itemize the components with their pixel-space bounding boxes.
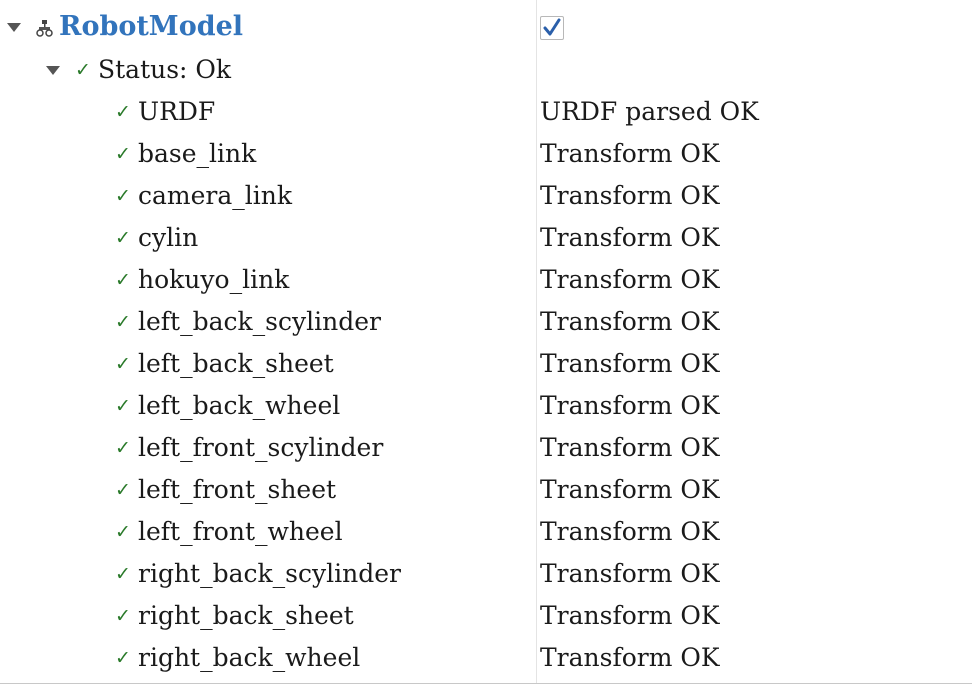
- status-item-name: right_back_scylinder: [138, 559, 401, 588]
- status-item-row[interactable]: ✓ right_back_wheel Transform OK: [0, 637, 972, 679]
- status-item-name: left_back_wheel: [138, 391, 341, 420]
- status-ok-check-icon: ✓: [75, 59, 91, 81]
- ok-check-icon: ✓: [115, 185, 131, 207]
- display-title: RobotModel: [59, 11, 244, 42]
- status-item-row[interactable]: ✓ cylin Transform OK: [0, 217, 972, 259]
- ok-check-icon: ✓: [115, 227, 131, 249]
- status-item-row[interactable]: ✓ hokuyo_link Transform OK: [0, 259, 972, 301]
- robot-model-icon: [36, 20, 53, 37]
- status-item-row[interactable]: ✓ right_back_scylinder Transform OK: [0, 553, 972, 595]
- status-item-row[interactable]: ✓ left_back_scylinder Transform OK: [0, 301, 972, 343]
- ok-check-icon: ✓: [115, 101, 131, 123]
- enable-checkbox[interactable]: [540, 16, 564, 40]
- status-item-name: camera_link: [138, 181, 293, 210]
- ok-check-icon: ✓: [115, 353, 131, 375]
- status-label: Status: Ok: [98, 55, 232, 84]
- status-item-value: Transform OK: [540, 559, 720, 588]
- status-item-value: Transform OK: [540, 265, 720, 294]
- status-item-value: Transform OK: [540, 517, 720, 546]
- expand-arrow-icon[interactable]: [46, 66, 60, 75]
- status-item-value: Transform OK: [540, 433, 720, 462]
- status-item-name: left_back_sheet: [138, 349, 334, 378]
- status-item-name: hokuyo_link: [138, 265, 290, 294]
- status-item-value: Transform OK: [540, 181, 720, 210]
- bottom-border: [0, 683, 972, 684]
- status-item-name: URDF: [138, 97, 216, 126]
- status-item-name: left_front_scylinder: [138, 433, 384, 462]
- status-item-row[interactable]: ✓ left_back_wheel Transform OK: [0, 385, 972, 427]
- status-item-value: Transform OK: [540, 643, 720, 672]
- status-item-name: left_front_sheet: [138, 475, 337, 504]
- status-item-value: Transform OK: [540, 391, 720, 420]
- status-item-row[interactable]: ✓ left_front_wheel Transform OK: [0, 511, 972, 553]
- status-item-value: Transform OK: [540, 601, 720, 630]
- status-item-value: Transform OK: [540, 139, 720, 168]
- status-row[interactable]: ✓ Status: Ok: [0, 49, 972, 91]
- status-item-row[interactable]: ✓ left_front_scylinder Transform OK: [0, 427, 972, 469]
- ok-check-icon: ✓: [115, 269, 131, 291]
- ok-check-icon: ✓: [115, 437, 131, 459]
- status-item-name: cylin: [138, 223, 199, 252]
- ok-check-icon: ✓: [115, 311, 131, 333]
- status-item-value: URDF parsed OK: [540, 97, 759, 126]
- status-item-row[interactable]: ✓ left_front_sheet Transform OK: [0, 469, 972, 511]
- status-item-row[interactable]: ✓ URDF URDF parsed OK: [0, 91, 972, 133]
- status-item-row[interactable]: ✓ camera_link Transform OK: [0, 175, 972, 217]
- status-item-value: Transform OK: [540, 307, 720, 336]
- ok-check-icon: ✓: [115, 395, 131, 417]
- status-item-row[interactable]: ✓ left_back_sheet Transform OK: [0, 343, 972, 385]
- status-item-name: right_back_wheel: [138, 643, 361, 672]
- status-item-name: left_front_wheel: [138, 517, 343, 546]
- ok-check-icon: ✓: [115, 647, 131, 669]
- status-item-row[interactable]: ✓ base_link Transform OK: [0, 133, 972, 175]
- status-item-name: left_back_scylinder: [138, 307, 381, 336]
- status-item-row[interactable]: ✓ right_back_sheet Transform OK: [0, 595, 972, 637]
- ok-check-icon: ✓: [115, 479, 131, 501]
- ok-check-icon: ✓: [115, 563, 131, 585]
- status-item-name: base_link: [138, 139, 257, 168]
- ok-check-icon: ✓: [115, 605, 131, 627]
- status-item-name: right_back_sheet: [138, 601, 354, 630]
- status-item-value: Transform OK: [540, 475, 720, 504]
- expand-arrow-icon[interactable]: [7, 23, 21, 32]
- ok-check-icon: ✓: [115, 143, 131, 165]
- ok-check-icon: ✓: [115, 521, 131, 543]
- status-item-value: Transform OK: [540, 223, 720, 252]
- display-tree: RobotModel ✓ Status: Ok ✓ URDF URDF parsed…: [0, 0, 972, 686]
- robot-model-row[interactable]: RobotModel: [0, 6, 972, 48]
- checkmark-icon: [543, 18, 561, 36]
- status-item-value: Transform OK: [540, 349, 720, 378]
